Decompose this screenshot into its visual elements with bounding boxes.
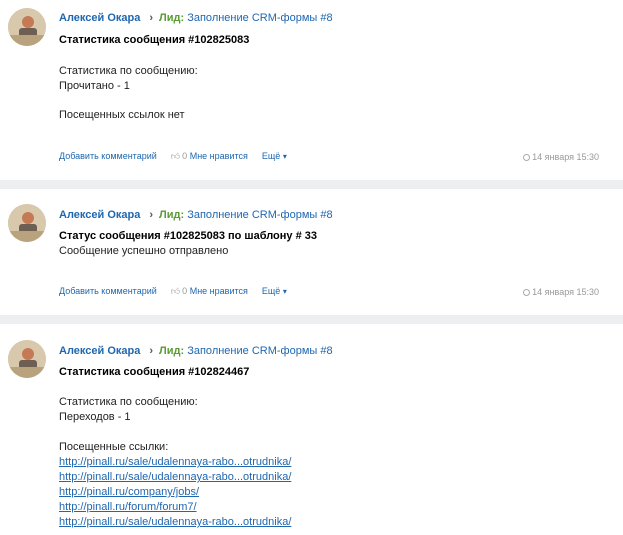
like-label: Мне нравится [189, 286, 248, 296]
post-timestamp: 14 января 15:30 [523, 151, 599, 163]
post-separator [0, 315, 623, 324]
visited-link[interactable]: http://pinall.ru/forum/forum7/ [59, 500, 197, 514]
lead-label: Лид: [159, 345, 185, 357]
post-text-line: Переходов - 1 [59, 411, 131, 423]
post-title: Статистика сообщения #102825083 [59, 34, 250, 46]
visited-link[interactable]: http://pinall.ru/company/jobs/ [59, 485, 199, 499]
post-actions: Добавить комментарий 👍︎ 0 Мне нравится Ещё … [59, 150, 287, 163]
post-text-line: Сообщение успешно отправлено [59, 245, 229, 257]
like-label: Мне нравится [189, 151, 248, 161]
post-timestamp: 14 января 15:30 [523, 286, 599, 298]
timestamp-text: 14 января 15:30 [532, 152, 599, 162]
chevron-right-icon: › [149, 345, 154, 357]
caret-down-icon: ▾ [282, 152, 287, 161]
feed-post-2: Алексей Окара › Лид: Заполнение CRM-формы … [0, 189, 623, 315]
post-header: Алексей Окара › Лид: Заполнение CRM-формы … [59, 208, 333, 222]
more-menu-button[interactable]: Ещё ▾ [262, 151, 287, 161]
thumbs-up-icon: 👍︎ [170, 151, 181, 161]
like-count: 0 [182, 151, 188, 161]
post-separator [0, 180, 623, 189]
caret-down-icon: ▾ [282, 287, 287, 296]
timestamp-text: 14 января 15:30 [532, 287, 599, 297]
add-comment-link[interactable]: Добавить комментарий [59, 151, 157, 161]
more-label: Ещё [261, 151, 281, 161]
visited-link[interactable]: http://pinall.ru/sale/udalennaya-rabo...… [59, 455, 291, 469]
like-button[interactable]: 👍︎ 0 Мне нравится [171, 151, 248, 161]
visited-link[interactable]: http://pinall.ru/sale/udalennaya-rabo...… [59, 515, 291, 529]
lead-link[interactable]: Заполнение CRM-формы #8 [187, 209, 332, 221]
feed-post-3: Алексей Окара › Лид: Заполнение CRM-формы … [0, 324, 623, 535]
author-avatar[interactable] [8, 204, 46, 242]
post-text-line: Статистика по сообщению: [59, 65, 198, 77]
feed-post-1: Алексей Окара › Лид: Заполнение CRM-формы … [0, 0, 623, 180]
more-label: Ещё [261, 286, 281, 296]
author-avatar[interactable] [8, 340, 46, 378]
lead-label: Лид: [159, 12, 185, 24]
post-text-line: Статистика по сообщению: [59, 396, 198, 408]
post-text-line: Посещенных ссылок нет [59, 109, 185, 121]
like-count: 0 [182, 286, 188, 296]
chevron-right-icon: › [149, 12, 154, 24]
post-actions: Добавить комментарий 👍︎ 0 Мне нравится Ещё … [59, 285, 287, 298]
post-title: Статистика сообщения #102824467 [59, 366, 250, 378]
thumbs-up-icon: 👍︎ [170, 286, 181, 296]
more-menu-button[interactable]: Ещё ▾ [262, 286, 287, 296]
author-name-link[interactable]: Алексей Окара [59, 345, 140, 357]
chevron-right-icon: › [149, 209, 154, 221]
lead-link[interactable]: Заполнение CRM-формы #8 [187, 345, 332, 357]
clock-icon [523, 289, 531, 296]
post-text-line: Посещенные ссылки: [59, 441, 169, 453]
lead-link[interactable]: Заполнение CRM-формы #8 [187, 12, 332, 24]
like-button[interactable]: 👍︎ 0 Мне нравится [171, 286, 248, 296]
post-header: Алексей Окара › Лид: Заполнение CRM-формы … [59, 344, 333, 358]
post-header: Алексей Окара › Лид: Заполнение CRM-формы … [59, 11, 333, 25]
add-comment-link[interactable]: Добавить комментарий [59, 286, 157, 296]
post-title: Статус сообщения #102825083 по шаблону #… [59, 230, 318, 242]
visited-link[interactable]: http://pinall.ru/sale/udalennaya-rabo...… [59, 470, 291, 484]
author-avatar[interactable] [8, 8, 46, 46]
post-text-line: Прочитано - 1 [59, 80, 130, 92]
clock-icon [523, 154, 531, 161]
lead-label: Лид: [159, 209, 185, 221]
author-name-link[interactable]: Алексей Окара [59, 209, 140, 221]
author-name-link[interactable]: Алексей Окара [59, 12, 140, 24]
